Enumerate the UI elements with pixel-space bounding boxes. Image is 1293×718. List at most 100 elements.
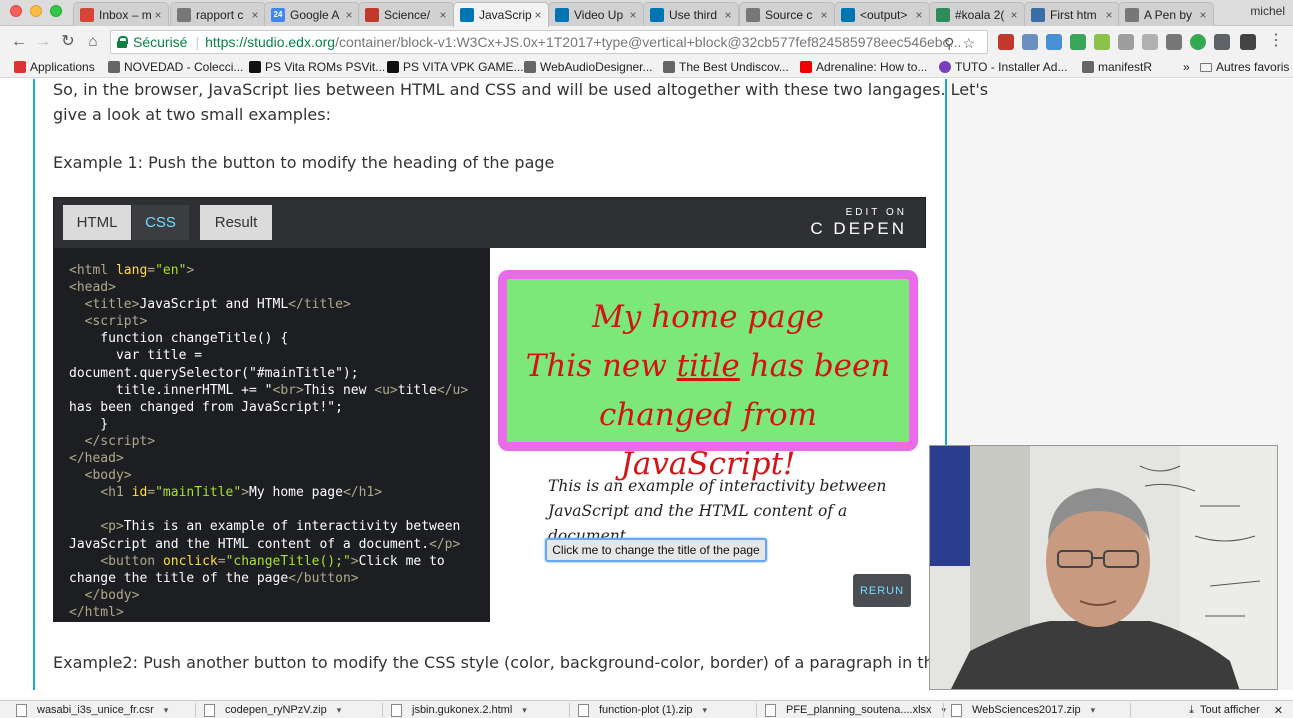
extension-icon[interactable] [1118,34,1134,50]
tab-label: A Pen by [1144,7,1193,22]
tab-result[interactable]: Result [200,205,272,240]
browser-tab[interactable]: Use third × [643,2,739,26]
tab-html[interactable]: HTML [63,205,131,240]
document-icon [177,7,191,22]
youtube-icon [800,61,812,73]
bookmarks-overflow[interactable]: » [1183,60,1190,74]
browser-tab[interactable]: Video Up × [548,2,644,26]
extension-icon[interactable] [998,34,1014,50]
download-item[interactable]: WebSciences2017.zip ▾ [951,701,1095,718]
file-icon [204,703,215,717]
extension-icon[interactable] [1094,34,1110,50]
other-bookmarks-label: Autres favoris [1216,60,1290,74]
forward-button[interactable]: → [33,32,53,52]
tab-close-icon[interactable]: × [1008,8,1020,22]
tab-close-icon[interactable]: × [1197,8,1209,22]
chevron-down-icon[interactable]: ▾ [703,705,708,716]
tab-close-icon[interactable]: × [532,8,544,22]
home-button[interactable]: ⌂ [83,32,103,52]
extension-icon[interactable] [1046,34,1062,50]
cast-icon[interactable] [1166,34,1182,50]
codepen-embed: HTML CSS Result EDIT ON C DEPEN <html la… [53,197,926,622]
browser-tab[interactable]: Source c × [739,2,835,26]
download-item[interactable]: codepen_ryNPzV.zip ▾ [204,701,341,718]
close-shelf-icon[interactable]: ✕ [1274,704,1283,717]
unit-border-left [33,79,35,690]
show-all-downloads[interactable]: ⤓ Tout afficher ✕ [1189,701,1283,718]
extension-icon[interactable] [1190,34,1206,50]
bookmark-item[interactable]: TUTO - Installer Ad... [939,60,1067,74]
tab-label: <output> [860,7,908,22]
bookmark-label: Applications [30,60,95,74]
extension-icon[interactable] [1022,34,1038,50]
bookmarks-bar: Applications NOVEDAD - Colecci... PS Vita … [0,58,1293,78]
tab-close-icon[interactable]: × [343,8,355,22]
browser-tab[interactable]: Inbox – m × [73,2,169,26]
browser-tab[interactable]: JavaScrip × [453,2,549,27]
bookmark-item[interactable]: The Best Undiscov... [663,60,789,74]
download-item[interactable]: PFE_planning_soutena....xlsx▾ [765,701,946,718]
browser-tab[interactable]: <output> × [834,2,930,26]
bookmark-item[interactable]: PS Vita ROMs PSVit... [249,60,385,74]
tab-close-icon[interactable]: × [722,8,734,22]
bookmark-item[interactable]: Adrenaline: How to... [800,60,927,74]
download-item[interactable]: function-plot (1).zip ▾ [578,701,707,718]
divider [1130,703,1131,717]
chevron-down-icon[interactable]: ▾ [522,705,527,716]
chevron-down-icon[interactable]: ▾ [337,705,342,716]
browser-tab[interactable]: Science/ × [358,2,454,26]
html-code-panel[interactable]: <html lang="en"> <head> <title>JavaScrip… [54,248,489,622]
browser-tab[interactable]: rapport c × [170,2,266,26]
codepen-logo[interactable]: EDIT ON C DEPEN [810,207,907,239]
download-item[interactable]: jsbin.gukonex.2.html ▾ [391,701,527,718]
download-filename: function-plot (1).zip [599,704,693,716]
menu-kebab-icon[interactable]: ⋮ [1266,31,1286,51]
tab-close-icon[interactable]: × [913,8,925,22]
url-path: /container/block-v1:W3Cx+JS.0x+1T2017+ty… [335,34,962,50]
bookmark-item[interactable]: WebAudioDesigner... [524,60,653,74]
chevron-down-icon[interactable]: ▾ [1091,705,1096,716]
file-icon [391,703,402,717]
browser-tab[interactable]: #koala 2(× [929,2,1025,26]
back-button[interactable]: ← [9,32,29,52]
bookmark-item[interactable]: PS VITA VPK GAME... [387,60,523,74]
bookmark-item[interactable]: manifestR [1082,60,1152,74]
zoom-search-icon[interactable]: ⚲ [944,35,954,52]
tab-close-icon[interactable]: × [249,8,261,22]
bookmark-item[interactable]: Applications [14,60,95,74]
download-icon: ⤓ [1189,703,1195,716]
browser-tab[interactable]: 24 Google A × [264,2,360,26]
minimize-window-button[interactable] [30,5,42,17]
other-bookmarks[interactable]: Autres favoris [1200,60,1289,74]
rerun-button[interactable]: RERUN [853,574,911,607]
extension-icon[interactable] [1142,34,1158,50]
close-window-button[interactable] [10,5,22,17]
download-filename: PFE_planning_soutena....xlsx [786,704,932,716]
tab-close-icon[interactable]: × [152,8,164,22]
download-item[interactable]: wasabi_i3s_unice_fr.csr ▾ [16,701,168,718]
bookmark-star-icon[interactable]: ☆ [962,35,975,52]
bookmark-item[interactable]: NOVEDAD - Colecci... [108,60,243,74]
extension-icon[interactable] [1214,34,1230,50]
webcam-video-overlay [929,445,1278,690]
change-title-button[interactable]: Click me to change the title of the page [545,538,767,562]
example2-heading: Example2: Push another button to modify … [53,653,989,672]
apps-icon[interactable] [1240,34,1256,50]
reload-button[interactable]: ↻ [58,32,78,52]
url-text: https://studio.edx.org/container/block-v… [205,34,961,50]
tab-close-icon[interactable]: × [437,8,449,22]
profile-name[interactable]: michel [1250,4,1285,18]
divider [569,703,570,717]
tab-close-icon[interactable]: × [1103,8,1115,22]
browser-tab[interactable]: First htm × [1024,2,1120,26]
tab-close-icon[interactable]: × [627,8,639,22]
tab-css[interactable]: CSS [132,205,189,240]
tab-close-icon[interactable]: × [818,8,830,22]
fullscreen-window-button[interactable] [50,5,62,17]
chevron-down-icon[interactable]: ▾ [164,705,169,716]
extension-icon[interactable] [1070,34,1086,50]
divider [943,703,944,717]
psvita-icon [249,61,261,73]
address-bar[interactable]: Sécurisé | https://studio.edx.org/contai… [110,30,988,54]
browser-tab[interactable]: A Pen by × [1118,2,1214,26]
